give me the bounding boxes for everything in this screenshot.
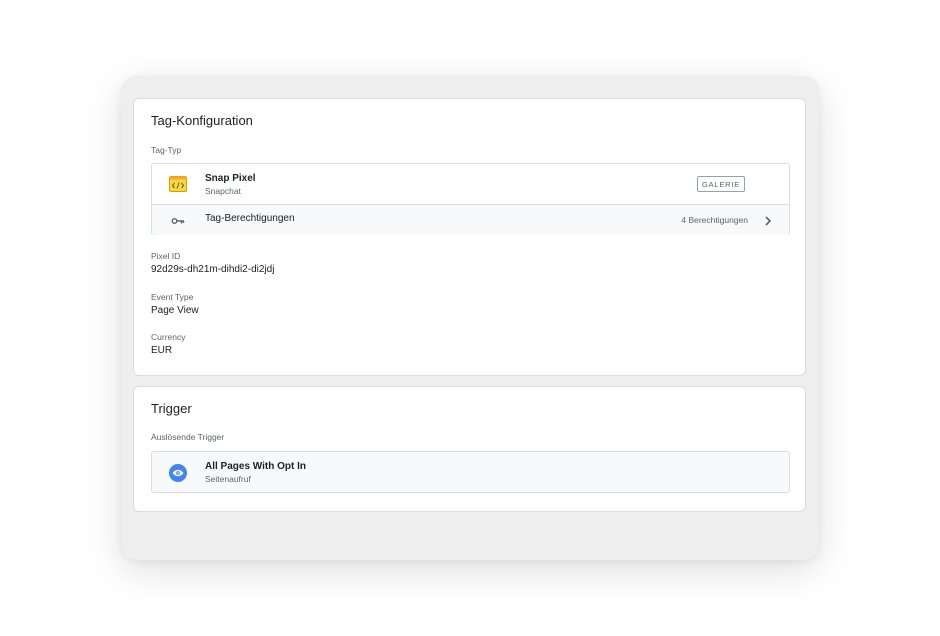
tag-type-box: Snap Pixel Snapchat GALERIE Tag-Berechti… — [151, 163, 790, 235]
trigger-name: All Pages With Opt In — [205, 461, 307, 472]
trigger-row[interactable]: All Pages With Opt In Seitenaufruf — [151, 451, 790, 493]
tag-permissions-row[interactable]: Tag-Berechtigungen 4 Berechtigungen — [152, 204, 789, 235]
currency-value: EUR — [151, 345, 173, 356]
tag-permissions-label: Tag-Berechtigungen — [205, 213, 295, 224]
currency-label: Currency — [151, 332, 186, 342]
trigger-title: Trigger — [151, 401, 192, 416]
trigger-card[interactable]: Trigger Auslösende Trigger All Pages Wit… — [133, 386, 806, 512]
tag-type-label: Tag-Typ — [151, 145, 182, 155]
trigger-type: Seitenaufruf — [205, 474, 251, 484]
chevron-right-icon[interactable] — [764, 214, 772, 226]
event-type-value: Page View — [151, 305, 199, 316]
pixel-id-label: Pixel ID — [151, 251, 181, 261]
code-icon — [169, 176, 187, 192]
permissions-count: 4 Berechtigungen — [681, 215, 748, 225]
tag-type-row[interactable]: Snap Pixel Snapchat GALERIE — [152, 164, 789, 204]
gallery-button[interactable]: GALERIE — [697, 176, 745, 192]
tag-name: Snap Pixel — [205, 173, 256, 184]
tag-configuration-card[interactable]: Tag-Konfiguration Tag-Typ Snap Pixel Sna… — [133, 98, 806, 376]
eye-icon — [169, 464, 187, 482]
tag-vendor: Snapchat — [205, 186, 241, 196]
pixel-id-value: 92d29s-dh21m-dihdi2-di2jdj — [151, 264, 275, 275]
tag-configuration-title: Tag-Konfiguration — [151, 113, 253, 128]
event-type-label: Event Type — [151, 292, 194, 302]
tag-editor-window: Tag-Konfiguration Tag-Typ Snap Pixel Sna… — [121, 76, 819, 560]
key-icon — [171, 214, 185, 226]
firing-triggers-label: Auslösende Trigger — [151, 432, 225, 442]
